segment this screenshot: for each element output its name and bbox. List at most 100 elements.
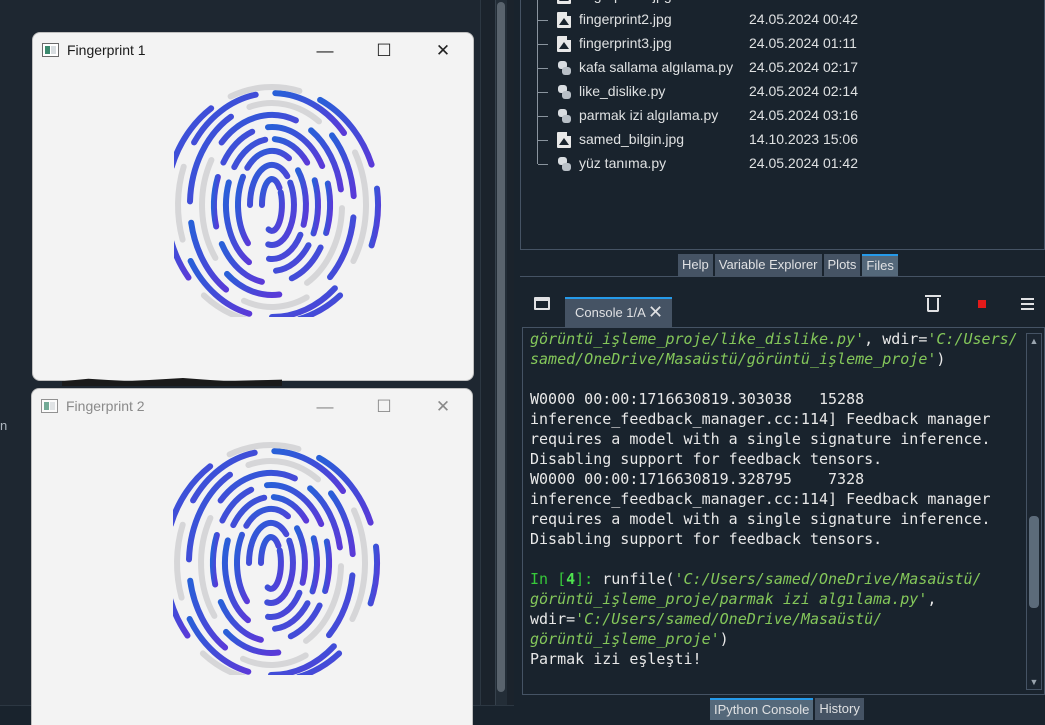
fingerprint-ridge — [209, 532, 220, 588]
console-line: samed/OneDrive/Masaüstü/görüntü_işleme_p… — [530, 349, 1044, 369]
close-button[interactable]: ✕ — [420, 393, 466, 421]
minimize-button[interactable]: — — [302, 37, 348, 65]
console-text: requires a model with a single signature… — [530, 430, 991, 448]
fingerprint-ridge — [264, 547, 284, 592]
tree-branch — [537, 152, 548, 165]
console-line: W0000 00:00:1716630819.303038 15288 — [530, 389, 1044, 409]
file-date: 24.05.2024 00:42 — [749, 11, 858, 27]
console-text: , — [927, 590, 937, 608]
fingerprint-ridge — [322, 538, 333, 594]
console-line: inference_feedback_manager.cc:114] Feedb… — [530, 489, 1044, 509]
stop-icon[interactable] — [978, 300, 986, 308]
fingerprint-ridge — [173, 463, 214, 527]
maximize-button[interactable]: ☐ — [361, 393, 407, 421]
fingerprint-ridge — [174, 105, 215, 169]
file-row[interactable]: yüz tanıma.py 24.05.2024 01:42 — [521, 152, 1041, 176]
file-row[interactable]: fingerprint2.jpg 24.05.2024 00:42 — [521, 8, 1041, 32]
file-row[interactable]: samed_bilgin.jpg 14.10.2023 15:06 — [521, 128, 1041, 152]
tab-files[interactable]: Files — [862, 254, 898, 276]
file-date: 24.05.2024 00:42 — [749, 0, 858, 3]
pane-splitter[interactable] — [520, 276, 1045, 284]
fingerprint-ridge — [368, 185, 382, 249]
tab-history[interactable]: History — [815, 698, 864, 720]
folder-icon[interactable] — [534, 297, 550, 310]
editor-text-fragment: n — [0, 418, 8, 433]
close-button[interactable]: ✕ — [420, 37, 466, 65]
editor-scrollbar-thumb[interactable] — [497, 2, 505, 692]
image-file-icon — [557, 36, 571, 52]
fingerprint-ridge — [310, 177, 322, 237]
file-name: fingerprint2.jpg — [579, 11, 672, 27]
image-file-icon — [557, 12, 571, 28]
minimize-button[interactable]: — — [302, 393, 348, 421]
file-date: 24.05.2024 03:16 — [749, 107, 858, 123]
console-text: 'C:/Users/ — [927, 330, 1018, 348]
file-row[interactable]: kafa sallama algılama.py 24.05.2024 02:17 — [521, 56, 1041, 80]
console-line: Disabling support for feedback tensors. — [530, 529, 1044, 549]
window-titlebar[interactable]: Fingerprint 1 — ☐ ✕ — [33, 33, 473, 67]
console-text: In [ — [530, 570, 567, 588]
file-name: fingerprint1.jpg — [579, 0, 672, 3]
console-text: ]: — [575, 570, 603, 588]
fingerprint-ridge — [295, 167, 309, 228]
fingerprint-1-image — [174, 84, 382, 317]
console-scrollbar[interactable]: ▲ ▼ — [1026, 333, 1042, 690]
tree-branch — [537, 104, 548, 128]
console-text: , wdir= — [864, 330, 928, 348]
app-window-icon — [42, 43, 59, 57]
file-row[interactable]: fingerprint1.jpg 24.05.2024 00:42 — [521, 0, 1041, 8]
console-text: Disabling support for feedback tensors. — [530, 450, 883, 468]
trash-icon[interactable] — [925, 295, 941, 312]
fingerprint-2-window[interactable]: Fingerprint 2 — ☐ ✕ — [31, 388, 473, 725]
file-date: 24.05.2024 02:14 — [749, 83, 858, 99]
console-text: W0000 00:00:1716630819.303038 15288 — [530, 390, 865, 408]
file-row[interactable]: parmak izi algılama.py 24.05.2024 03:16 — [521, 104, 1041, 128]
fingerprint-1-window[interactable]: Fingerprint 1 — ☐ ✕ — [32, 32, 474, 381]
file-row[interactable]: like_dislike.py 24.05.2024 02:14 — [521, 80, 1041, 104]
fingerprint-ridge — [258, 534, 282, 566]
console-text: ) — [719, 630, 729, 648]
fingerprint-ridge — [235, 173, 251, 247]
image-file-icon — [557, 132, 571, 148]
python-file-icon — [557, 60, 571, 76]
console-text: requires a model with a single signature… — [530, 510, 991, 528]
console-text: runfile( — [602, 570, 675, 588]
console-text: W0000 00:00:1716630819.328795 7328 — [530, 470, 865, 488]
console-text: inference_feedback_manager.cc:114] Feedb… — [530, 410, 991, 428]
python-file-icon — [557, 156, 571, 172]
scroll-down-icon[interactable]: ▼ — [1029, 677, 1039, 687]
file-name: like_dislike.py — [579, 83, 666, 99]
tab-ipython-console[interactable]: IPython Console — [710, 698, 814, 720]
fingerprint-ridge — [240, 652, 309, 668]
console-text: görüntü_işleme_proje' — [530, 630, 720, 648]
console-output[interactable]: görüntü_işleme_proje/like_dislike.py', w… — [522, 327, 1045, 695]
pane-tabbar: Help Variable Explorer Plots Files — [678, 254, 898, 276]
console-line: W0000 00:00:1716630819.328795 7328 — [530, 469, 1044, 489]
tab-plots[interactable]: Plots — [823, 254, 861, 276]
file-name: kafa sallama algılama.py — [579, 59, 734, 75]
file-date: 24.05.2024 01:11 — [749, 35, 857, 51]
tree-branch — [537, 8, 548, 32]
maximize-button[interactable]: ☐ — [361, 37, 407, 65]
tab-console-1a[interactable]: Console 1/A ✕ — [565, 297, 672, 328]
console-text: 'C:/Users/samed/OneDrive/Masaüstü/ — [575, 610, 883, 628]
fingerprint-ridge — [187, 577, 229, 651]
tab-variable-explorer[interactable]: Variable Explorer — [714, 254, 822, 276]
close-icon[interactable]: ✕ — [648, 302, 663, 323]
hamburger-menu-icon[interactable] — [1021, 298, 1034, 310]
fingerprint-ridge — [175, 163, 187, 243]
console-scrollbar-thumb[interactable] — [1029, 516, 1039, 608]
console-text: görüntü_işleme_proje/parmak izi algılama… — [530, 590, 928, 608]
fingerprint-ridge — [294, 525, 308, 586]
fingerprint-ridge — [241, 294, 310, 310]
console-text: 'C:/Users/samed/OneDrive/Masaüstü/ — [674, 570, 982, 588]
scroll-up-icon[interactable]: ▲ — [1029, 336, 1039, 346]
console-tabbar: IPython Console History — [710, 698, 864, 720]
window-titlebar[interactable]: Fingerprint 2 — ☐ ✕ — [32, 389, 472, 423]
python-file-icon — [557, 84, 571, 100]
file-row[interactable]: fingerprint3.jpg 24.05.2024 01:11 — [521, 32, 1041, 56]
file-date: 24.05.2024 02:17 — [749, 59, 858, 75]
app-window-icon — [41, 399, 58, 413]
tab-help[interactable]: Help — [678, 254, 713, 276]
